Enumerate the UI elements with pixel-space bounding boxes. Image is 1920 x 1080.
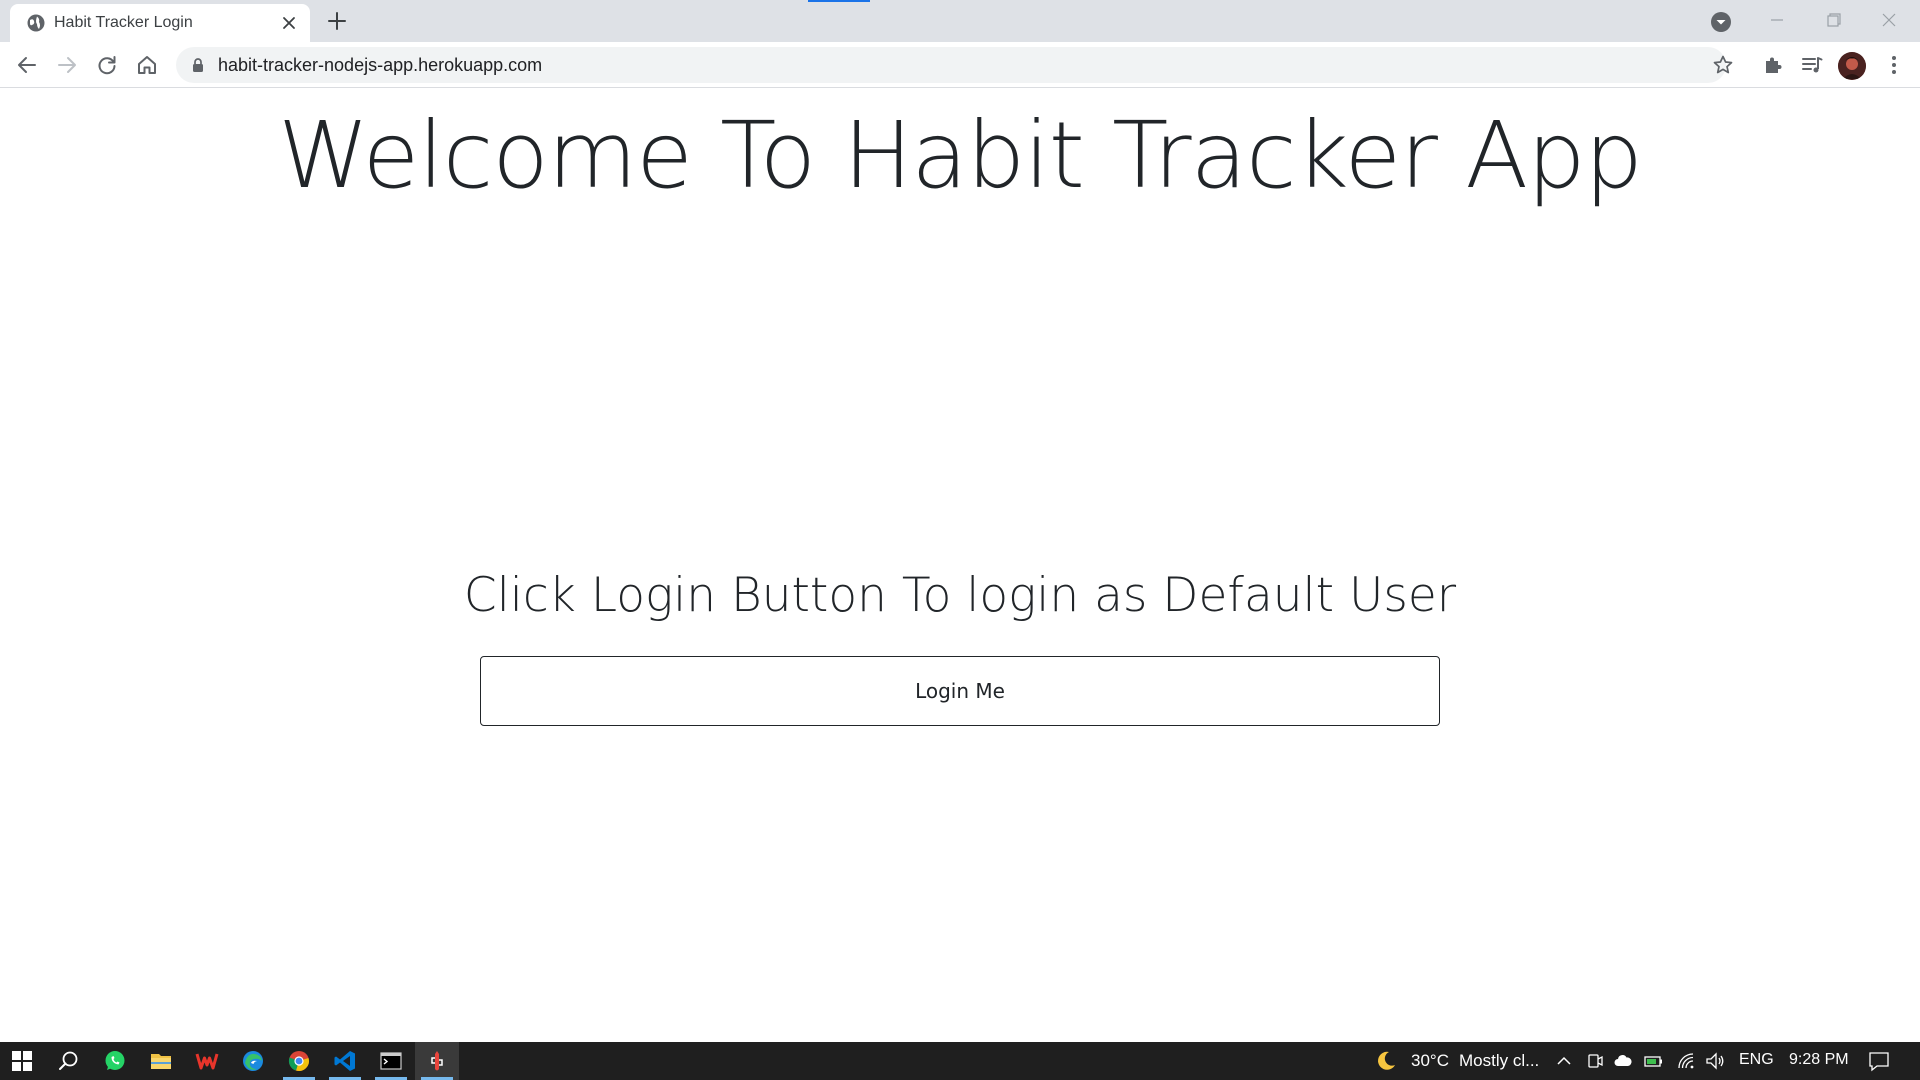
clock[interactable]: 9:28 PM	[1789, 1051, 1849, 1069]
url-text[interactable]: habit-tracker-nodejs-app.herokuapp.com	[218, 55, 542, 76]
git-app-icon	[431, 1051, 443, 1071]
weather-moon-icon[interactable]	[1374, 1049, 1398, 1073]
media-control-icon[interactable]	[1800, 53, 1824, 77]
chrome-icon	[288, 1051, 309, 1071]
forward-arrow-icon[interactable]	[55, 53, 79, 77]
reload-icon[interactable]	[95, 53, 119, 77]
terminal-icon	[380, 1052, 402, 1070]
start-button[interactable]	[0, 1042, 44, 1080]
taskbar-whatsapp[interactable]	[93, 1042, 137, 1080]
folder-icon	[151, 1054, 171, 1069]
taskbar-edge[interactable]	[231, 1042, 275, 1080]
chevron-up-icon[interactable]	[1554, 1051, 1574, 1071]
extensions-puzzle-icon[interactable]	[1761, 53, 1785, 77]
minimize-icon[interactable]	[1749, 4, 1805, 36]
taskbar-file-explorer[interactable]	[139, 1042, 183, 1080]
wifi-icon[interactable]	[1676, 1051, 1696, 1071]
taskbar-vscode[interactable]	[323, 1042, 367, 1080]
notifications-icon[interactable]	[1868, 1050, 1890, 1072]
browser-window: Habit Tracker Login habit-tracker-nodejs…	[0, 0, 1920, 1080]
meet-now-icon[interactable]	[1585, 1051, 1605, 1071]
tab-strip-accent	[808, 0, 870, 2]
taskbar-git-app[interactable]	[415, 1042, 459, 1080]
edge-icon	[243, 1051, 263, 1071]
taskbar-terminal[interactable]	[369, 1042, 413, 1080]
new-tab-button[interactable]	[326, 10, 348, 32]
tab-strip: Habit Tracker Login	[0, 0, 1920, 42]
onedrive-cloud-icon[interactable]	[1613, 1051, 1633, 1071]
taskbar-wps-office[interactable]	[185, 1042, 229, 1080]
browser-toolbar: habit-tracker-nodejs-app.herokuapp.com	[0, 42, 1920, 88]
volume-icon[interactable]	[1705, 1051, 1725, 1071]
home-icon[interactable]	[135, 53, 159, 77]
back-arrow-icon[interactable]	[15, 53, 39, 77]
windows-logo-icon	[12, 1051, 32, 1071]
globe-icon	[27, 14, 45, 32]
battery-icon[interactable]	[1643, 1051, 1663, 1071]
taskbar-chrome[interactable]	[277, 1042, 321, 1080]
bookmark-star-icon[interactable]	[1712, 54, 1734, 76]
page-title: Welcome To Habit Tracker App	[278, 102, 1643, 209]
weather-temperature[interactable]: 30°C	[1411, 1051, 1449, 1071]
profile-avatar[interactable]	[1838, 52, 1866, 80]
wps-office-icon	[195, 1053, 219, 1070]
lock-icon[interactable]	[190, 57, 206, 73]
login-instruction: Click Login Button To login as Default U…	[463, 568, 1457, 623]
window-close-icon[interactable]	[1861, 4, 1917, 36]
tab-search-icon[interactable]	[1710, 11, 1732, 33]
page-content: Welcome To Habit Tracker App Click Login…	[0, 88, 1920, 1042]
login-button[interactable]: Login Me	[480, 656, 1440, 726]
input-language[interactable]: ENG	[1739, 1051, 1774, 1069]
weather-condition[interactable]: Mostly cl...	[1459, 1051, 1539, 1071]
vscode-icon	[334, 1051, 355, 1071]
whatsapp-icon	[105, 1051, 125, 1070]
windows-taskbar: 30°C Mostly cl... ENG 9:28 PM	[0, 1042, 1920, 1080]
close-icon[interactable]	[280, 14, 298, 32]
taskbar-search-button[interactable]	[46, 1042, 90, 1080]
address-bar[interactable]: habit-tracker-nodejs-app.herokuapp.com	[176, 47, 1733, 83]
avatar-image	[1838, 52, 1866, 80]
more-menu-icon[interactable]	[1882, 53, 1906, 77]
tab-habit-tracker-login[interactable]: Habit Tracker Login	[10, 4, 310, 42]
search-icon	[59, 1051, 78, 1070]
restore-icon[interactable]	[1805, 4, 1861, 36]
tab-title: Habit Tracker Login	[54, 14, 193, 31]
